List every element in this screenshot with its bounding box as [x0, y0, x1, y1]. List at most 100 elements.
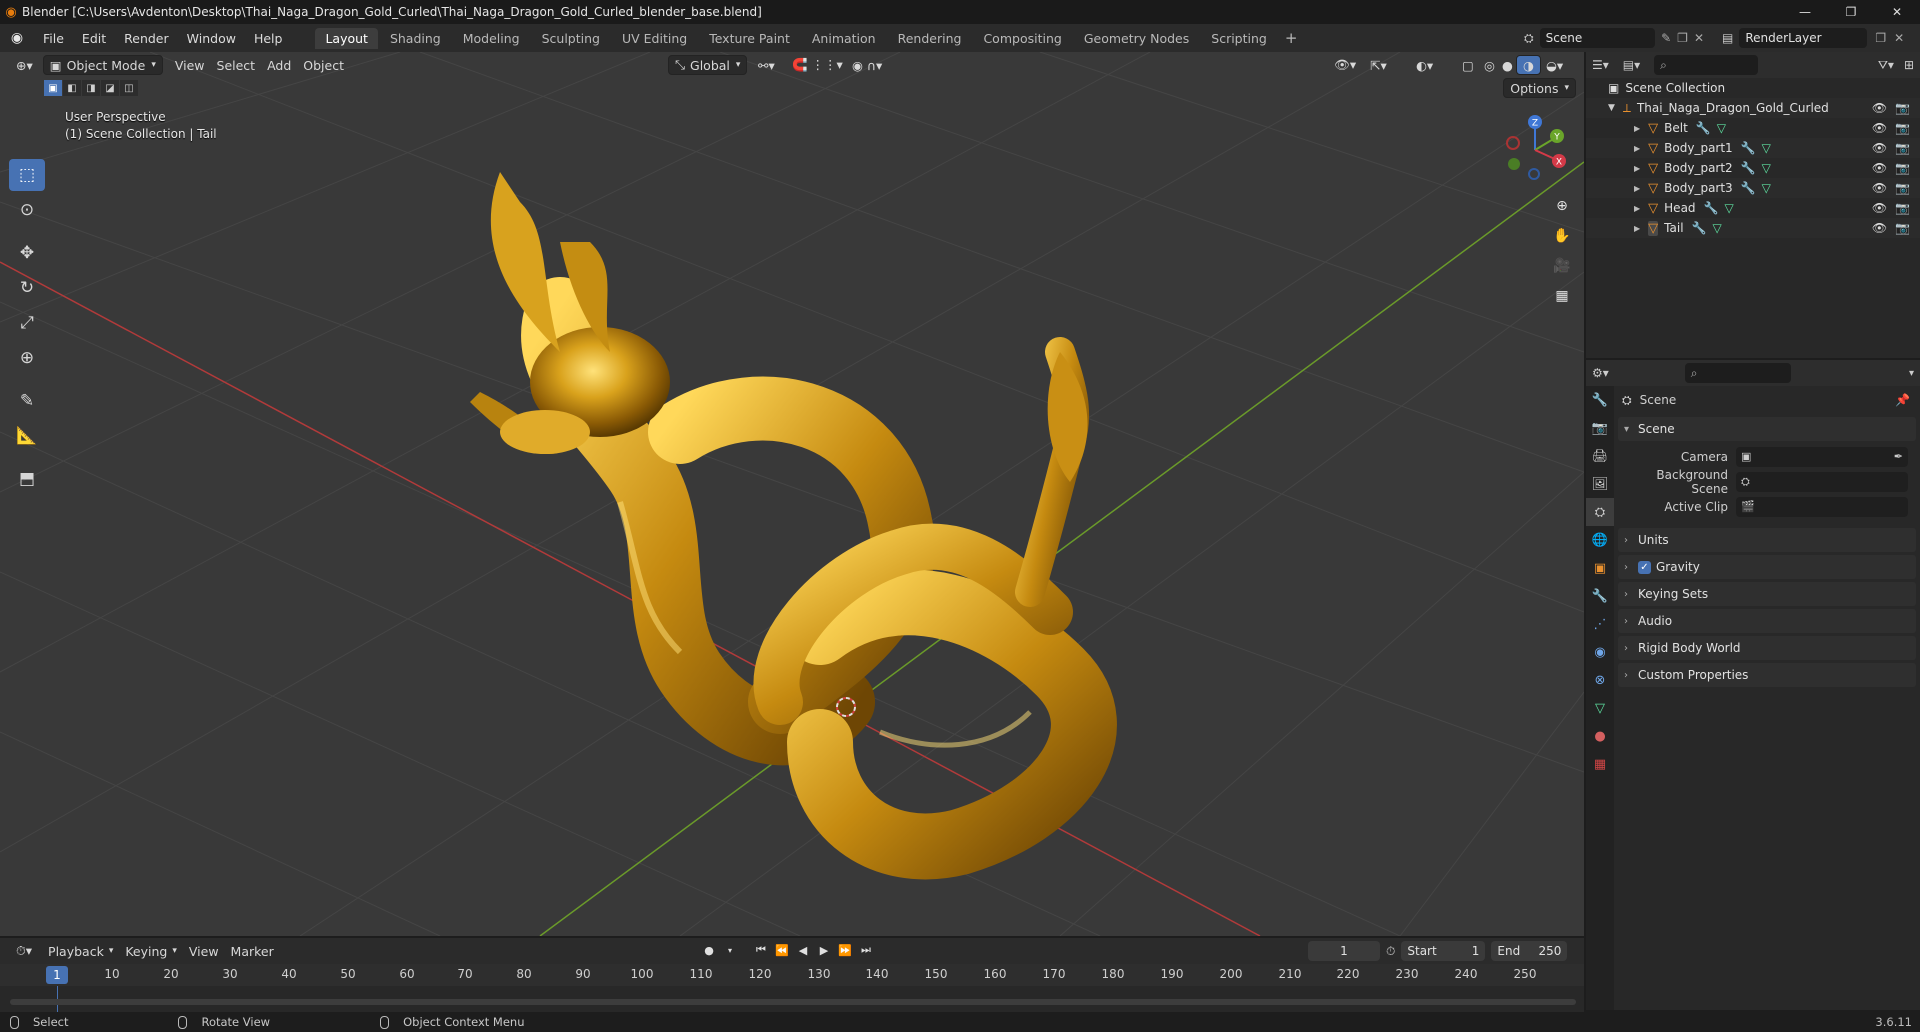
keying-sets-panel-header[interactable]: › Keying Sets: [1618, 582, 1916, 606]
mode-dropdown[interactable]: ▣ Object Mode ▾: [42, 55, 163, 75]
jump-start-icon[interactable]: ⏮: [752, 941, 770, 959]
pan-hand-icon[interactable]: ✋: [1548, 222, 1576, 250]
material-preview-icon[interactable]: ◑: [1516, 55, 1541, 75]
camera-view-icon[interactable]: 🎥: [1548, 252, 1576, 280]
tab-animation[interactable]: Animation: [802, 28, 886, 49]
menu-select[interactable]: Select: [211, 55, 262, 75]
view-layer-field[interactable]: RenderLayer: [1739, 28, 1868, 48]
properties-search-input[interactable]: ⌕: [1684, 363, 1791, 383]
pin-icon[interactable]: 📌: [1895, 393, 1910, 407]
add-cube-tool-icon[interactable]: ⬒: [9, 463, 45, 495]
eye-icon[interactable]: 👁: [1872, 201, 1887, 215]
remove-view-layer-icon[interactable]: ✕: [1894, 31, 1904, 45]
visibility-icon[interactable]: 👁▾: [1328, 55, 1362, 75]
select-new-icon[interactable]: ▣: [44, 80, 62, 96]
eyedropper-icon[interactable]: ✒: [1894, 450, 1903, 463]
menu-help[interactable]: Help: [245, 31, 292, 46]
world-tab-icon[interactable]: 🌐: [1586, 526, 1614, 554]
tab-geometry-nodes[interactable]: Geometry Nodes: [1074, 28, 1199, 49]
output-tab-icon[interactable]: 🖨: [1586, 442, 1614, 470]
camera-icon[interactable]: 📷: [1895, 161, 1910, 175]
background-scene-field[interactable]: ⛭: [1736, 471, 1908, 492]
tab-layout[interactable]: Layout: [315, 27, 378, 49]
gravity-panel-header[interactable]: › ✓ Gravity: [1618, 555, 1916, 579]
scene-panel-header[interactable]: ▾ Scene: [1618, 417, 1916, 441]
object-tab-icon[interactable]: ▣: [1586, 554, 1614, 582]
tab-shading[interactable]: Shading: [380, 28, 451, 49]
menu-edit[interactable]: Edit: [73, 31, 115, 46]
play-icon[interactable]: ▶: [815, 941, 833, 959]
editor-type-icon[interactable]: ☰▾: [1592, 58, 1609, 72]
end-frame-field[interactable]: End 250: [1491, 941, 1568, 961]
render-tab-icon[interactable]: 📷: [1586, 414, 1614, 442]
navigation-gizmo[interactable]: Z Y X: [1500, 112, 1570, 182]
menu-file[interactable]: File: [34, 31, 73, 46]
expand-arrow-icon[interactable]: ▶: [1634, 184, 1640, 193]
timeline-scrollbar[interactable]: [10, 999, 1576, 1005]
add-workspace-button[interactable]: +: [1277, 29, 1306, 47]
expand-arrow-icon[interactable]: ▶: [1634, 164, 1640, 173]
transform-orientation-dropdown[interactable]: ⤡ Global ▾: [668, 55, 748, 75]
filter-icon[interactable]: ⛛▾: [1878, 58, 1894, 73]
eye-icon[interactable]: 👁: [1872, 141, 1887, 155]
editor-type-icon[interactable]: ⏱▾: [10, 941, 38, 961]
camera-field[interactable]: ▣ ✒: [1736, 446, 1908, 467]
new-view-layer-icon[interactable]: ❐: [1875, 31, 1886, 45]
maximize-button[interactable]: ❐: [1828, 0, 1874, 24]
expand-arrow-icon[interactable]: ▶: [1634, 144, 1640, 153]
pin-icon[interactable]: ✎: [1661, 31, 1671, 45]
outliner-object-row[interactable]: ▶ ▽ Belt 🔧 ▽ 👁 📷: [1586, 118, 1920, 138]
record-icon[interactable]: ●: [700, 941, 718, 959]
chevron-down-icon[interactable]: ▾: [721, 941, 739, 959]
menu-keying[interactable]: Keying ▾: [119, 941, 183, 961]
close-button[interactable]: ✕: [1874, 0, 1920, 24]
menu-view[interactable]: View: [169, 55, 211, 75]
menu-add[interactable]: Add: [261, 55, 297, 75]
options-dropdown[interactable]: Options ▾: [1503, 78, 1576, 98]
outliner-scene-collection[interactable]: ▣ Scene Collection: [1586, 78, 1920, 98]
camera-icon[interactable]: 📷: [1895, 101, 1910, 115]
select-invert-icon[interactable]: ◪: [101, 80, 119, 96]
material-tab-icon[interactable]: ●: [1586, 722, 1614, 750]
outliner-collection-row[interactable]: ▼ ⟂ Thai_Naga_Dragon_Gold_Curled 👁 📷: [1586, 98, 1920, 118]
menu-object[interactable]: Object: [297, 55, 350, 75]
outliner-object-row[interactable]: ▶ ▽ Body_part2 🔧 ▽ 👁 📷: [1586, 158, 1920, 178]
blender-menu-icon[interactable]: ◉: [0, 24, 34, 52]
outliner-search-input[interactable]: ⌕: [1654, 55, 1759, 75]
scale-tool-icon[interactable]: ⤢: [9, 307, 45, 339]
camera-icon[interactable]: 📷: [1895, 121, 1910, 135]
jump-end-icon[interactable]: ⏭: [857, 941, 875, 959]
tab-texture-paint[interactable]: Texture Paint: [699, 28, 800, 49]
tab-uv-editing[interactable]: UV Editing: [612, 28, 697, 49]
menu-marker[interactable]: Marker: [225, 941, 280, 961]
scene-name-field[interactable]: Scene: [1539, 28, 1656, 48]
camera-icon[interactable]: 📷: [1895, 141, 1910, 155]
chevron-down-icon[interactable]: ▾: [1909, 368, 1914, 379]
view-layer-tab-icon[interactable]: 🖼: [1586, 470, 1614, 498]
menu-window[interactable]: Window: [178, 31, 245, 46]
clock-icon[interactable]: ⏱: [1386, 944, 1395, 959]
expand-arrow-icon[interactable]: ▶: [1634, 224, 1640, 233]
camera-icon[interactable]: 📷: [1895, 221, 1910, 235]
eye-icon[interactable]: 👁: [1872, 221, 1887, 235]
transform-tool-icon[interactable]: ⊕: [9, 342, 45, 374]
annotate-tool-icon[interactable]: ✎: [9, 385, 45, 417]
select-intersect-icon[interactable]: ◫: [120, 80, 138, 96]
expand-arrow-icon[interactable]: ▶: [1634, 204, 1640, 213]
eye-icon[interactable]: 👁: [1872, 181, 1887, 195]
scene-tab-icon[interactable]: ⛭: [1586, 498, 1614, 526]
rendered-shading-icon[interactable]: ◒▾: [1540, 55, 1569, 75]
pivot-point-icon[interactable]: ⚯▾: [752, 55, 781, 75]
expand-arrow-icon[interactable]: ▼: [1608, 103, 1615, 113]
snap-icon[interactable]: 🧲 ⋮⋮▾: [786, 55, 849, 75]
modifier-tab-icon[interactable]: 🔧: [1586, 582, 1614, 610]
rigid-body-world-panel-header[interactable]: › Rigid Body World: [1618, 636, 1916, 660]
display-mode-icon[interactable]: ▤▾: [1623, 58, 1640, 72]
particles-tab-icon[interactable]: ⋰: [1586, 610, 1614, 638]
units-panel-header[interactable]: › Units: [1618, 528, 1916, 552]
editor-type-icon[interactable]: ⚙▾: [1592, 366, 1609, 380]
active-clip-field[interactable]: 🎬: [1736, 496, 1908, 517]
expand-arrow-icon[interactable]: ▶: [1634, 124, 1640, 133]
menu-render[interactable]: Render: [115, 31, 178, 46]
editor-type-icon[interactable]: ⊕▾: [10, 55, 39, 75]
